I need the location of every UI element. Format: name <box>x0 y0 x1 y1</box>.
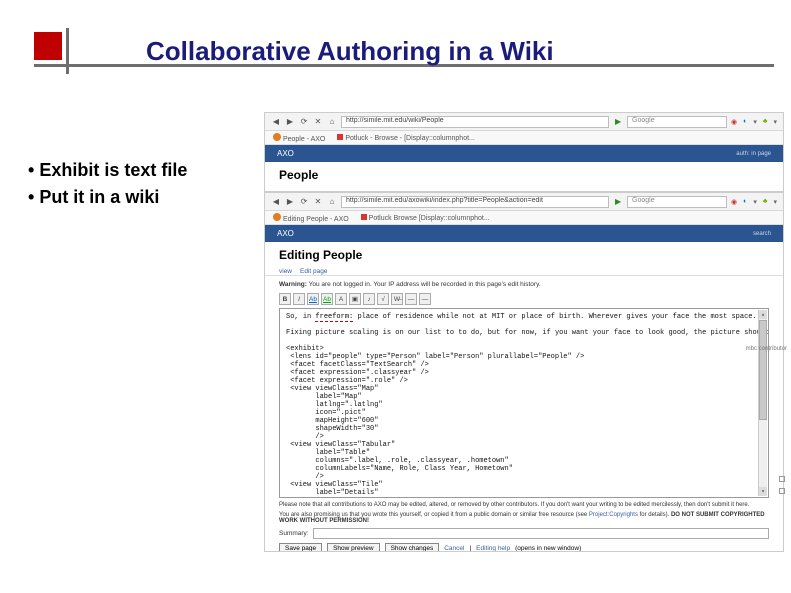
front-search-bar[interactable]: Google <box>627 196 727 208</box>
firefox-icon <box>273 133 281 141</box>
forward-button-icon[interactable]: ▶ <box>285 117 295 127</box>
summary-label: Summary: <box>279 530 309 537</box>
summary-row: Summary: <box>279 528 769 539</box>
front-tab-2[interactable]: Potluck Browse [Display::columnphot... <box>369 215 490 222</box>
reload-icon[interactable]: ⟳ <box>299 197 309 207</box>
back-page-title: People <box>265 162 783 184</box>
home-icon[interactable]: ⌂ <box>327 197 337 207</box>
cancel-link[interactable]: Cancel <box>444 545 464 552</box>
addon-icon-5[interactable]: ▾ <box>773 198 777 206</box>
addon-icon-5[interactable]: ▾ <box>773 118 777 126</box>
tab-icon <box>337 134 343 140</box>
front-url-bar[interactable]: http://simile.mit.edu/axowiki/index.php?… <box>341 196 609 208</box>
back-button-icon[interactable]: ◀ <box>271 117 281 127</box>
front-tabs: Editing People - AXO Potluck Browse [Dis… <box>265 211 783 225</box>
front-toolbar-right: ◉ ◐ ▾ ♣ ▾ <box>731 198 777 206</box>
save-row: Save page Show preview Show changes Canc… <box>279 543 769 552</box>
contrib-fineprint-1: Please note that all contributions to AX… <box>279 502 769 508</box>
summary-input[interactable] <box>313 528 769 539</box>
decor-contributor-label: mbc contributor <box>746 346 787 352</box>
fineprint-2b: for details). <box>638 512 671 518</box>
back-tabs: People - AXO Potluck - Browse - [Display… <box>265 131 783 145</box>
scroll-up-arrow[interactable]: ▴ <box>759 310 767 319</box>
front-bluebar: AXO search <box>265 225 783 242</box>
decor-box-1 <box>779 476 785 482</box>
image-button[interactable]: ▣ <box>349 293 361 305</box>
screenshot-front: ◀ ▶ ⟳ ✕ ⌂ http://simile.mit.edu/axowiki/… <box>264 192 784 552</box>
home-icon[interactable]: ⌂ <box>327 117 337 127</box>
math-button[interactable]: √ <box>377 293 389 305</box>
go-icon[interactable]: ▶ <box>613 117 623 127</box>
editor-scrollbar[interactable]: ▴ ▾ <box>758 310 767 496</box>
bold-button[interactable]: B <box>279 293 291 305</box>
addon-icon-1[interactable]: ◉ <box>731 118 737 126</box>
front-browser-toolbar: ◀ ▶ ⟳ ✕ ⌂ http://simile.mit.edu/axowiki/… <box>265 193 783 211</box>
back-browser-toolbar: ◀ ▶ ⟳ ✕ ⌂ http://simile.mit.edu/wiki/Peo… <box>265 113 783 131</box>
stop-icon[interactable]: ✕ <box>313 117 323 127</box>
addon-icon-3[interactable]: ▾ <box>753 118 757 126</box>
back-tab-1[interactable]: People - AXO <box>283 136 325 143</box>
logo-red-square <box>34 32 62 60</box>
wiki-tabs: view Edit page <box>265 264 783 276</box>
firefox-icon <box>273 213 281 221</box>
addon-icon-2[interactable]: ◐ <box>743 118 747 126</box>
reload-icon[interactable]: ⟳ <box>299 117 309 127</box>
addon-icon-3[interactable]: ▾ <box>753 198 757 206</box>
wiki-tab-edit[interactable]: Edit page <box>300 268 327 275</box>
forward-button-icon[interactable]: ▶ <box>285 197 295 207</box>
italic-button[interactable]: I <box>293 293 305 305</box>
front-bluebar-right: search <box>753 231 771 237</box>
decor-boxes <box>779 476 785 494</box>
copyrights-link[interactable]: Project:Copyrights <box>589 512 638 518</box>
warning-label: Warning: <box>279 281 307 288</box>
slide-title: Collaborative Authoring in a Wiki <box>146 36 554 67</box>
internal-link-button[interactable]: Ab <box>307 293 319 305</box>
slide-bullets: Exhibit is text file Put it in a wiki <box>28 160 187 214</box>
signature-button[interactable]: — <box>405 293 417 305</box>
front-page-title: Editing People <box>265 242 783 264</box>
warning-text: You are not logged in. Your IP address w… <box>309 281 541 288</box>
stop-icon[interactable]: ✕ <box>313 197 323 207</box>
show-changes-button[interactable]: Show changes <box>385 543 440 552</box>
back-app-name: AXO <box>277 149 294 158</box>
decor-box-2 <box>779 488 785 494</box>
front-tab-1[interactable]: Editing People - AXO <box>283 216 349 223</box>
save-page-button[interactable]: Save page <box>279 543 322 552</box>
scroll-down-arrow[interactable]: ▾ <box>759 487 767 496</box>
back-tab-2[interactable]: Potluck - Browse - [Display::columnphot.… <box>345 135 475 142</box>
back-search-bar[interactable]: Google <box>627 116 727 128</box>
editing-help-link[interactable]: Editing help <box>476 545 510 552</box>
go-icon[interactable]: ▶ <box>613 197 623 207</box>
addon-icon-4[interactable]: ♣ <box>763 198 768 206</box>
edit-toolbar: B I Ab Ab A ▣ ♪ √ W̶ — ― <box>279 293 769 305</box>
back-bluebar-right: auth: in page <box>736 151 771 157</box>
login-warning: Warning: You are not logged in. Your IP … <box>279 281 769 288</box>
show-preview-button[interactable]: Show preview <box>327 543 379 552</box>
back-toolbar-right: ◉ ◐ ▾ ♣ ▾ <box>731 118 777 126</box>
back-bluebar: AXO auth: in page <box>265 145 783 162</box>
addon-icon-1[interactable]: ◉ <box>731 198 737 206</box>
screenshot-back: ◀ ▶ ⟳ ✕ ⌂ http://simile.mit.edu/wiki/Peo… <box>264 112 784 192</box>
editor-textarea[interactable]: So, in freeform: place of residence whil… <box>279 308 769 498</box>
addon-icon-4[interactable]: ♣ <box>763 118 768 126</box>
bullet-1: Exhibit is text file <box>28 160 187 181</box>
bullet-2: Put it in a wiki <box>28 187 187 208</box>
slide-logo <box>34 28 80 74</box>
wiki-tab-view[interactable]: view <box>279 268 292 275</box>
external-link-button[interactable]: Ab <box>321 293 333 305</box>
media-button[interactable]: ♪ <box>363 293 375 305</box>
front-app-name: AXO <box>277 229 294 238</box>
headline-button[interactable]: A <box>335 293 347 305</box>
editing-help-suffix: (opens in new window) <box>515 545 581 552</box>
back-button-icon[interactable]: ◀ <box>271 197 281 207</box>
back-url-bar[interactable]: http://simile.mit.edu/wiki/People <box>341 116 609 128</box>
addon-icon-2[interactable]: ◐ <box>743 198 747 206</box>
logo-vertical-line <box>66 28 69 74</box>
tab-icon <box>361 214 367 220</box>
hr-button[interactable]: ― <box>419 293 431 305</box>
scroll-thumb[interactable] <box>759 320 767 420</box>
contrib-fineprint-2: You are also promising us that you wrote… <box>279 512 769 524</box>
nowiki-button[interactable]: W̶ <box>391 293 403 305</box>
